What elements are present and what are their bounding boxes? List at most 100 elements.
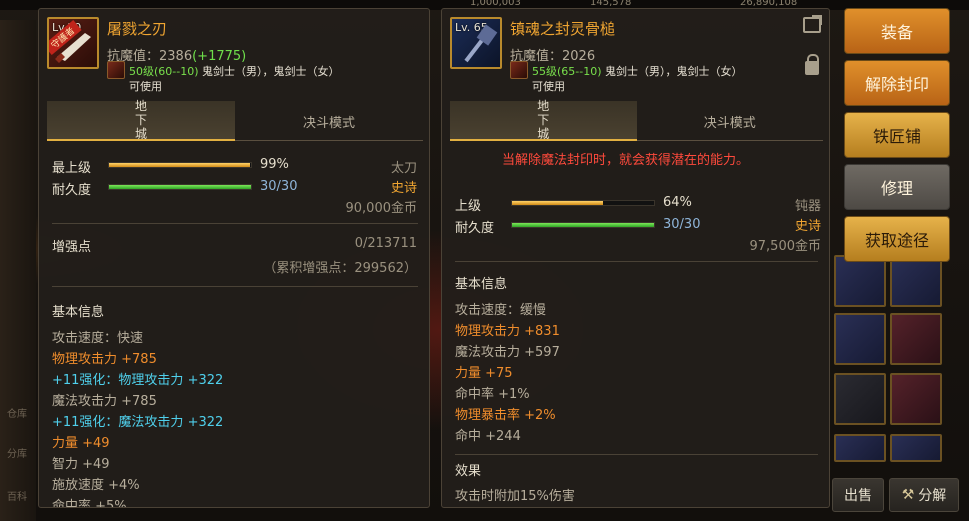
enhance-label: 增强点 <box>52 240 92 255</box>
lock-icon[interactable] <box>805 54 819 75</box>
hammer-icon: ⚒ <box>901 487 915 503</box>
tab-dungeon-label: 地下城 <box>537 99 550 141</box>
inventory-slot[interactable] <box>890 313 942 365</box>
item-name: 屠戮之刃 <box>107 20 168 38</box>
side-button-0[interactable]: 装备 <box>844 8 950 54</box>
inventory-slot[interactable] <box>834 434 886 462</box>
grade-bar-fill <box>109 163 250 167</box>
enhance-total: （累积增强点：299562） <box>263 261 417 276</box>
magic-resist-value: 2026 <box>562 49 596 64</box>
sell-button[interactable]: 出售 <box>832 478 884 512</box>
stat-line: +11强化：物理攻击力 +322 <box>52 373 224 388</box>
effect-text: 攻击时附加15%伤害 <box>455 489 575 504</box>
magic-resist-line: 抗魔值：2386(+1775) <box>107 45 246 64</box>
edge-item-encyclopedia[interactable]: 百科 <box>0 488 34 503</box>
grade-bar <box>108 162 252 168</box>
grade-label: 上级 <box>455 199 482 214</box>
edge-item-warehouse[interactable]: 仓库 <box>0 405 34 420</box>
magic-resist-value: 2386 <box>159 49 193 64</box>
tab-pvp-label: 决斗模式 <box>703 115 756 131</box>
sell-label: 出售 <box>844 488 872 504</box>
usable-status: 可使用 <box>532 80 565 93</box>
divider <box>455 261 818 262</box>
inventory-slot[interactable] <box>834 313 886 365</box>
tab-dungeon[interactable]: 地下城 <box>47 99 235 141</box>
divider <box>52 223 418 224</box>
grade-value: 64% <box>663 195 692 210</box>
tab-pvp[interactable]: 决斗模式 <box>235 101 423 141</box>
grade-bar <box>511 200 655 206</box>
blade-icon <box>55 33 91 63</box>
stat-line: 魔法攻击力 +597 <box>455 345 560 360</box>
inventory-slot[interactable] <box>834 255 886 307</box>
grade-label: 最上级 <box>52 161 92 176</box>
inventory-slot[interactable] <box>890 255 942 307</box>
mace-icon <box>464 24 498 63</box>
durability-bar-fill <box>512 223 654 227</box>
inventory-slot[interactable] <box>890 434 942 462</box>
stat-line: 物理攻击力 +831 <box>455 324 560 339</box>
basic-info-title: 基本信息 <box>52 305 105 320</box>
divider <box>52 286 418 287</box>
gold-counter-b: 145,578 <box>590 0 632 8</box>
required-level: 50级(60--10) <box>129 65 199 78</box>
durability-value: 30/30 <box>260 179 298 194</box>
durability-bar <box>511 222 655 228</box>
grade-bar-fill <box>512 201 603 205</box>
mode-tabs: 地下城 决斗模式 <box>450 99 824 141</box>
compared-item-tooltip: Lv. 65 镇魂之封灵骨槌 抗魔值：2026 55级(65--10) 鬼剑士（… <box>441 8 830 508</box>
stat-line: 命中率 +1% <box>455 387 530 402</box>
inventory-slot[interactable] <box>834 373 886 425</box>
stat-line: 物理攻击力 +785 <box>52 352 157 367</box>
durability-bar <box>108 184 252 190</box>
stat-line: 物理暴击率 +2% <box>455 408 556 423</box>
weapon-type: 太刀 <box>390 161 417 176</box>
durability-label: 耐久度 <box>52 183 92 198</box>
rarity-label: 史诗 <box>390 181 417 196</box>
divider <box>455 454 818 455</box>
side-button-4[interactable]: 获取途径 <box>844 216 950 262</box>
usable-status: 可使用 <box>129 80 162 93</box>
gold-counter-c: 26,890,108 <box>740 0 798 8</box>
item-icon: Lv. 65 <box>450 17 502 69</box>
seal-warning: 当解除魔法封印时，就会获得潜在的能力。 <box>502 153 750 168</box>
stat-line: 命中率 +5% <box>52 499 127 508</box>
disassemble-label: 分解 <box>918 488 947 504</box>
inventory-slot[interactable] <box>890 373 942 425</box>
stat-line: 力量 +49 <box>52 436 110 451</box>
tab-dungeon[interactable]: 地下城 <box>450 99 637 141</box>
stat-line: 攻击速度：快速 <box>52 331 144 346</box>
required-level: 55级(65--10) <box>532 65 602 78</box>
stat-line: 命中 +244 <box>455 429 521 444</box>
durability-bar-fill <box>109 185 251 189</box>
enhance-value: 0/213711 <box>354 236 417 251</box>
item-name: 镇魂之封灵骨槌 <box>510 20 616 38</box>
rarity-label: 史诗 <box>794 219 821 234</box>
left-inventory-edge: 仓库 分库 百科 <box>0 20 36 521</box>
durability-value: 30/30 <box>663 217 701 232</box>
required-class: 鬼剑士（男），鬼剑士（女） <box>198 65 340 78</box>
equipped-item-tooltip: Lv.30 守護者 屠戮之刃 抗魔值：2386(+1775) 50级(60--1… <box>38 8 430 508</box>
requirement-line: 55级(65--10) 鬼剑士（男），鬼剑士（女） <box>532 63 743 79</box>
edge-item-subwarehouse[interactable]: 分库 <box>0 445 34 460</box>
disassemble-button[interactable]: ⚒ 分解 <box>889 478 959 512</box>
sell-price: 90,000金币 <box>345 201 418 216</box>
stat-line: 智力 +49 <box>52 457 110 472</box>
stat-line: 施放速度 +4% <box>52 478 140 493</box>
tab-pvp-label: 决斗模式 <box>302 115 355 131</box>
side-button-2[interactable]: 铁匠铺 <box>844 112 950 158</box>
stat-line: 力量 +75 <box>455 366 513 381</box>
tab-pvp[interactable]: 决斗模式 <box>637 101 824 141</box>
side-button-3[interactable]: 修理 <box>844 164 950 210</box>
stat-line: 攻击速度：缓慢 <box>455 303 547 318</box>
share-icon[interactable] <box>803 15 822 33</box>
gold-counter-a: 1,000,003 <box>470 0 521 8</box>
class-icon <box>107 61 125 79</box>
item-icon: Lv.30 守護者 <box>47 17 99 69</box>
effect-title: 效果 <box>455 464 482 479</box>
side-button-1[interactable]: 解除封印 <box>844 60 950 106</box>
grade-value: 99% <box>260 157 289 172</box>
tab-dungeon-label: 地下城 <box>134 99 147 141</box>
requirement-line: 50级(60--10) 鬼剑士（男），鬼剑士（女） <box>129 63 340 79</box>
weapon-type: 钝器 <box>794 199 821 214</box>
